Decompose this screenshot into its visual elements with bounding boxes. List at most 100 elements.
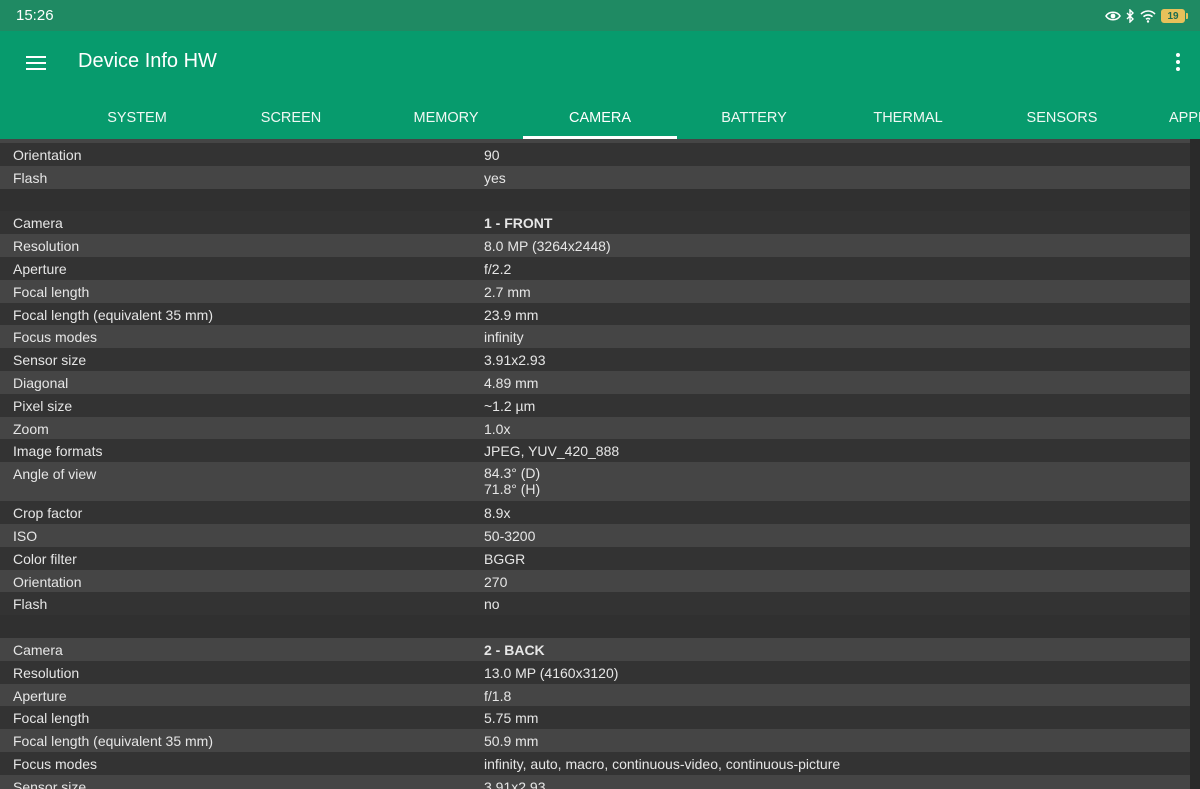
wifi-icon (1140, 9, 1156, 23)
bluetooth-icon (1126, 9, 1134, 23)
section-spacer (0, 615, 1190, 638)
info-row: Orientation 90 (0, 143, 1190, 166)
info-row: Pixel size ~1.2 µm (0, 393, 1190, 417)
info-row: Aperture f/2.2 (0, 256, 1190, 280)
tab-thermal[interactable]: THERMAL (831, 97, 985, 139)
battery-level: 19 (1161, 9, 1185, 23)
info-row: Focus modes infinity (0, 325, 1190, 349)
info-key: Diagonal (13, 374, 69, 391)
info-key: Aperture (13, 260, 67, 277)
info-row: Sensor size 3.91x2.93 (0, 348, 1190, 371)
tab-memory[interactable]: MEMORY (369, 97, 523, 139)
tab-camera[interactable]: CAMERA (523, 97, 677, 139)
tab-battery[interactable]: BATTERY (677, 97, 831, 139)
info-key: Image formats (13, 443, 103, 460)
app-bar: Device Info HW SYSTEM SCREEN MEMORY CAME… (0, 31, 1200, 139)
info-key: Focus modes (13, 755, 98, 772)
info-value: 3.91x2.93 (484, 778, 546, 789)
battery-tip (1186, 13, 1188, 19)
info-key: Resolution (13, 664, 80, 681)
info-key: Resolution (13, 238, 80, 255)
info-row: ISO 50-3200 (0, 523, 1190, 547)
info-row: Resolution 13.0 MP (4160x3120) (0, 660, 1190, 684)
info-key: Camera (13, 215, 63, 232)
info-row: Image formats JPEG, YUV_420_888 (0, 439, 1190, 463)
info-value: 13.0 MP (4160x3120) (484, 664, 619, 681)
info-key: Camera (13, 641, 63, 658)
info-row: Angle of view 84.3° (D) 71.8° (H) (0, 462, 1190, 502)
info-row: Zoom 1.0x (0, 416, 1190, 440)
info-key: Flash (13, 169, 48, 186)
info-value: 50.9 mm (484, 733, 539, 750)
info-row: Focal length (equivalent 35 mm) 50.9 mm (0, 729, 1190, 752)
info-row: Flash yes (0, 165, 1190, 189)
info-row: Sensor size 3.91x2.93 (0, 774, 1190, 789)
more-vert-icon[interactable] (1174, 50, 1182, 74)
info-value: 3.91x2.93 (484, 352, 546, 369)
info-key: Sensor size (13, 778, 87, 789)
info-value: 8.9x (484, 505, 511, 522)
info-value: no (484, 596, 500, 613)
info-value: BGGR (484, 550, 526, 567)
app-title: Device Info HW (78, 50, 217, 72)
info-row: Camera 2 - BACK (0, 637, 1190, 661)
info-value: 1 - FRONT (484, 215, 553, 232)
info-row: Focal length 5.75 mm (0, 706, 1190, 730)
menu-icon[interactable] (24, 51, 48, 75)
info-row: Color filter BGGR (0, 546, 1190, 570)
info-value: f/1.8 (484, 687, 512, 704)
info-row: Orientation 270 (0, 569, 1190, 593)
tab-sensors[interactable]: SENSORS (985, 97, 1139, 139)
info-key: Orientation (13, 147, 82, 163)
info-row: Resolution 8.0 MP (3264x2448) (0, 234, 1190, 257)
camera-info-list[interactable]: Orientation 90 Flash yes Camera 1 - FRONT Reso… (0, 139, 1190, 789)
info-value: 2 - BACK (484, 641, 545, 658)
info-key: ISO (13, 527, 38, 544)
info-key: Focal length (equivalent 35 mm) (13, 733, 213, 750)
info-value: 1.0x (484, 420, 511, 437)
info-key: Pixel size (13, 397, 73, 414)
info-key: Aperture (13, 687, 67, 704)
info-row: Camera 1 - FRONT (0, 211, 1190, 235)
info-value: infinity (484, 329, 524, 346)
info-value: infinity, auto, macro, continuous-video,… (484, 755, 841, 772)
info-value: 84.3° (D) 71.8° (H) (484, 465, 541, 498)
scrollbar[interactable] (1190, 139, 1200, 789)
info-value: 4.89 mm (484, 374, 539, 391)
status-bar: 15:26 19 (0, 0, 1200, 31)
info-key: Orientation (13, 573, 82, 590)
info-key: Focal length (equivalent 35 mm) (13, 306, 213, 323)
info-value: 5.75 mm (484, 710, 539, 727)
tab-system[interactable]: SYSTEM (60, 97, 214, 139)
status-icons: 19 (1105, 6, 1188, 26)
tab-screen[interactable]: SCREEN (214, 97, 368, 139)
info-value: 2.7 mm (484, 283, 531, 300)
status-time: 15:26 (16, 7, 54, 24)
info-value: 23.9 mm (484, 306, 539, 323)
info-key: Crop factor (13, 505, 83, 522)
info-row: Focal length (equivalent 35 mm) 23.9 mm (0, 302, 1190, 326)
tab-bar: SYSTEM SCREEN MEMORY CAMERA BATTERY THER… (0, 97, 1200, 139)
info-key: Flash (13, 596, 48, 613)
info-row: Crop factor 8.9x (0, 501, 1190, 524)
info-key: Focal length (13, 283, 90, 300)
info-key: Zoom (13, 420, 49, 437)
info-row: Aperture f/1.8 (0, 683, 1190, 707)
info-value: f/2.2 (484, 260, 512, 277)
info-key: Focal length (13, 710, 90, 727)
info-key: Sensor size (13, 352, 87, 369)
info-row: Focus modes infinity, auto, macro, contin… (0, 751, 1190, 775)
info-row: Flash no (0, 592, 1190, 616)
info-value: 270 (484, 573, 508, 590)
info-value: 8.0 MP (3264x2448) (484, 238, 611, 255)
info-value: JPEG, YUV_420_888 (484, 443, 620, 460)
eye-icon (1105, 11, 1121, 21)
info-row: Focal length 2.7 mm (0, 279, 1190, 303)
tab-apps[interactable]: APPL (1139, 97, 1200, 139)
info-value: 50-3200 (484, 527, 536, 544)
section-spacer (0, 188, 1190, 212)
info-value: ~1.2 µm (484, 397, 536, 414)
info-key: Focus modes (13, 329, 98, 346)
battery-indicator: 19 (1161, 9, 1188, 23)
info-key: Color filter (13, 550, 77, 567)
